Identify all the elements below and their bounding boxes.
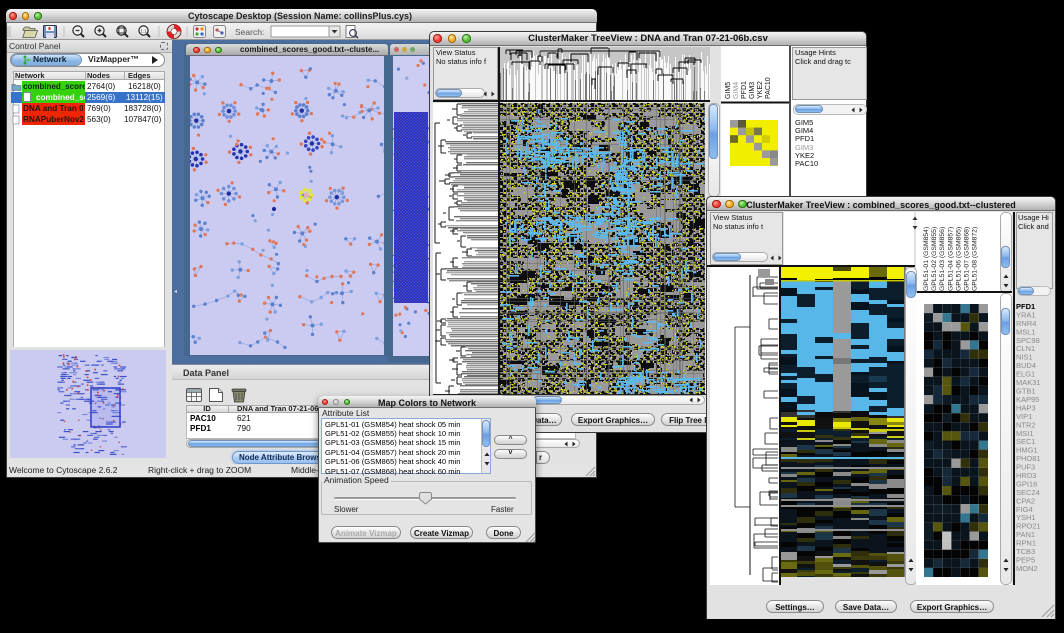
svg-text:PFD1: PFD1 <box>741 81 748 99</box>
svg-text:GIM3: GIM3 <box>749 82 756 99</box>
svg-text:GPL51-08 (GSM872): GPL51-08 (GSM872) <box>972 227 979 291</box>
svg-text:GPL51-02 (GSM855): GPL51-02 (GSM855) <box>931 227 938 291</box>
svg-text:GPL51-07 (GSM868): GPL51-07 (GSM868) <box>964 227 971 291</box>
svg-text:MON2: MON2 <box>1016 564 1038 573</box>
svg-text:GPL51-06 (GSM865): GPL51-06 (GSM865) <box>955 227 962 291</box>
svg-text:1:1: 1:1 <box>140 29 147 34</box>
svg-text:GPL51-01 (GSM854): GPL51-01 (GSM854) <box>923 227 930 291</box>
svg-text:GPL51-03 (GSM856): GPL51-03 (GSM856) <box>939 227 946 291</box>
svg-text:GIM5: GIM5 <box>725 82 732 99</box>
svg-text:PAC10: PAC10 <box>765 77 772 99</box>
svg-text:YKE2: YKE2 <box>757 81 764 99</box>
svg-text:GIM4: GIM4 <box>733 82 740 99</box>
svg-text:Search:: Search: <box>235 27 264 37</box>
svg-text:GPL51-04 (GSM857): GPL51-04 (GSM857) <box>947 227 954 291</box>
